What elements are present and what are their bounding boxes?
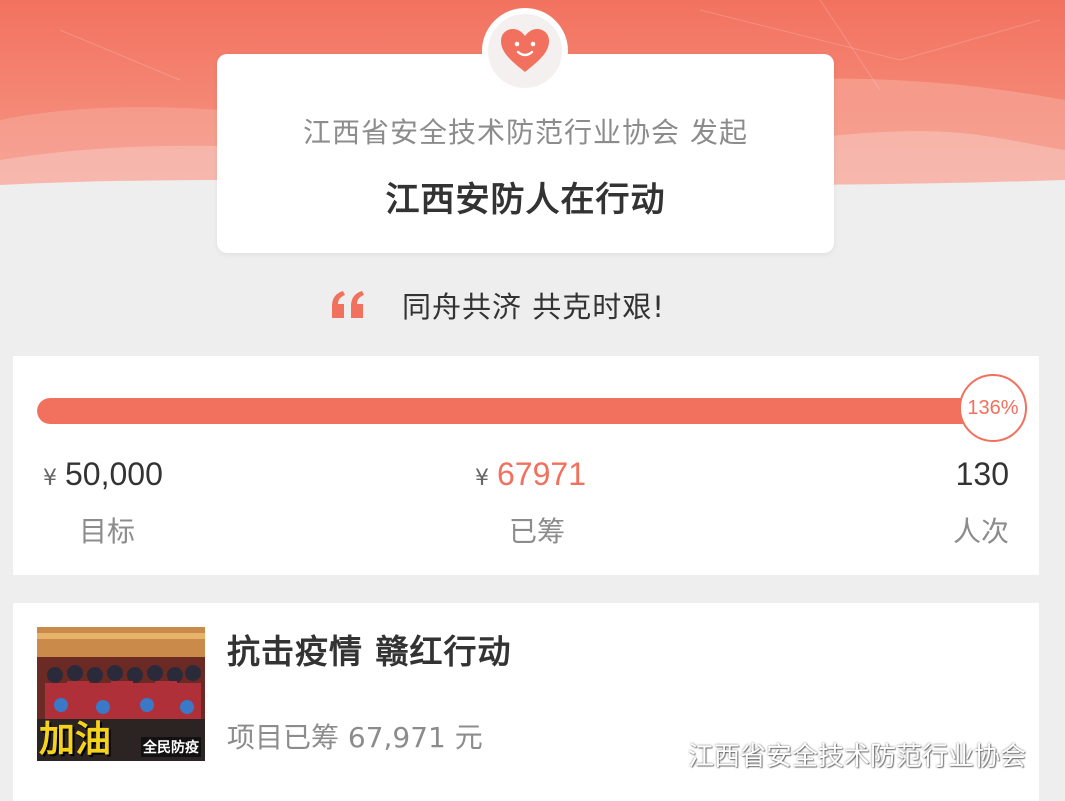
campaign-title: 江西安防人在行动 xyxy=(385,180,666,220)
slogan-text: 同舟共济 共克时艰! xyxy=(402,290,665,324)
donor-count-stat: 130 人次 xyxy=(953,456,1009,550)
project-thumbnail[interactable]: 加油 全民防疫 xyxy=(37,627,205,761)
thumbnail-banner-text: 加油 xyxy=(39,719,112,760)
heart-icon xyxy=(482,8,568,94)
project-raised-amount: 项目已筹 67,971 元 xyxy=(227,721,483,754)
raised-stat: ¥ 67971 已筹 xyxy=(475,456,586,550)
raised-label: 已筹 xyxy=(509,515,566,548)
raised-value: 67971 xyxy=(497,456,586,492)
goal-value: 50,000 xyxy=(65,456,163,492)
progress-fill xyxy=(37,398,989,424)
donor-count-label: 人次 xyxy=(952,515,1009,548)
progress-percent-badge: 136% xyxy=(959,374,1027,442)
donor-count-value: 130 xyxy=(955,456,1009,492)
thumbnail-tag-text: 全民防疫 xyxy=(141,737,201,757)
quote-icon xyxy=(332,291,364,318)
project-title[interactable]: 抗击疫情 赣红行动 xyxy=(227,625,512,673)
account-watermark: 江西省安全技术防范行业协会 xyxy=(640,734,1026,774)
slogan-row: 同舟共济 共克时艰! xyxy=(330,285,665,325)
goal-currency: ¥ xyxy=(43,466,57,491)
fundraising-stats-card: 136% ¥ 50,000 目标 ¥ 67971 已筹 130 人次 xyxy=(13,356,1039,575)
watermark-text: 江西省安全技术防范行业协会 xyxy=(688,741,1027,772)
progress-bar xyxy=(37,398,989,424)
goal-stat: ¥ 50,000 目标 xyxy=(43,456,163,550)
goal-label: 目标 xyxy=(79,515,136,548)
raised-currency: ¥ xyxy=(475,466,489,491)
organizer-text: 江西省安全技术防范行业协会 发起 xyxy=(303,116,748,149)
wechat-icon xyxy=(640,738,679,769)
